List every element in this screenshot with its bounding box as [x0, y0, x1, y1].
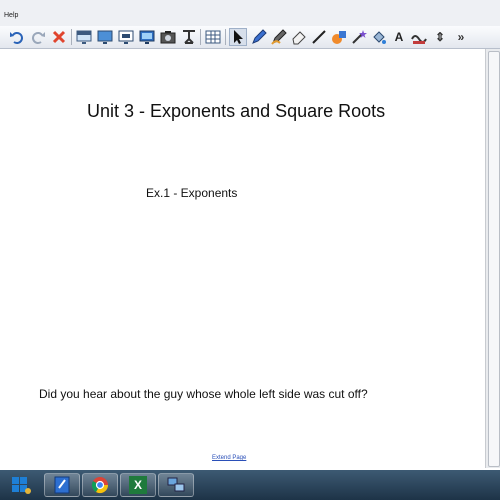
move-toolbar-icon[interactable]: ⇕: [431, 28, 449, 46]
scrollbar-thumb[interactable]: [488, 51, 500, 467]
shapes-icon[interactable]: [330, 28, 348, 46]
properties-icon[interactable]: [410, 28, 428, 46]
undo-icon[interactable]: [8, 28, 26, 46]
select-icon[interactable]: [229, 28, 247, 46]
menu-bar: Help: [0, 0, 500, 27]
magic-pen-icon[interactable]: [350, 28, 368, 46]
redo-icon[interactable]: [29, 28, 47, 46]
toolbar-separator: [71, 29, 72, 45]
fill-icon[interactable]: [370, 28, 388, 46]
joke-text: Did you hear about the guy whose whole l…: [39, 387, 368, 401]
toolbar: A ⇕ »: [0, 26, 500, 49]
start-button[interactable]: [6, 473, 36, 497]
document-camera-icon[interactable]: [180, 28, 198, 46]
eraser-icon[interactable]: [290, 28, 308, 46]
presentation-icon[interactable]: [138, 28, 156, 46]
pen-icon[interactable]: [250, 28, 268, 46]
line-icon[interactable]: [310, 28, 328, 46]
text-icon[interactable]: A: [390, 28, 408, 46]
excel-app-icon[interactable]: X: [120, 473, 156, 497]
toolbar-separator: [225, 29, 226, 45]
taskbar: X: [0, 470, 500, 500]
extend-page-link[interactable]: Extend Page: [212, 455, 246, 461]
more-icon[interactable]: »: [452, 28, 470, 46]
page-title: Unit 3 - Exponents and Square Roots: [87, 101, 386, 121]
toolbar-separator: [200, 29, 201, 45]
table-icon[interactable]: [204, 28, 222, 46]
chrome-app-icon[interactable]: [82, 473, 118, 497]
vertical-scrollbar[interactable]: [485, 49, 500, 468]
example-heading: Ex.1 - Exponents: [146, 186, 238, 200]
display-icon[interactable]: [96, 28, 114, 46]
camera-icon[interactable]: [159, 28, 177, 46]
creative-pen-icon[interactable]: [270, 28, 288, 46]
delete-icon[interactable]: [50, 28, 68, 46]
screen-shade-icon[interactable]: [75, 28, 93, 46]
notebook-app-icon[interactable]: [44, 473, 80, 497]
network-app-icon[interactable]: [158, 473, 194, 497]
menu-help[interactable]: Help: [4, 12, 18, 19]
screen-capture-icon[interactable]: [117, 28, 135, 46]
